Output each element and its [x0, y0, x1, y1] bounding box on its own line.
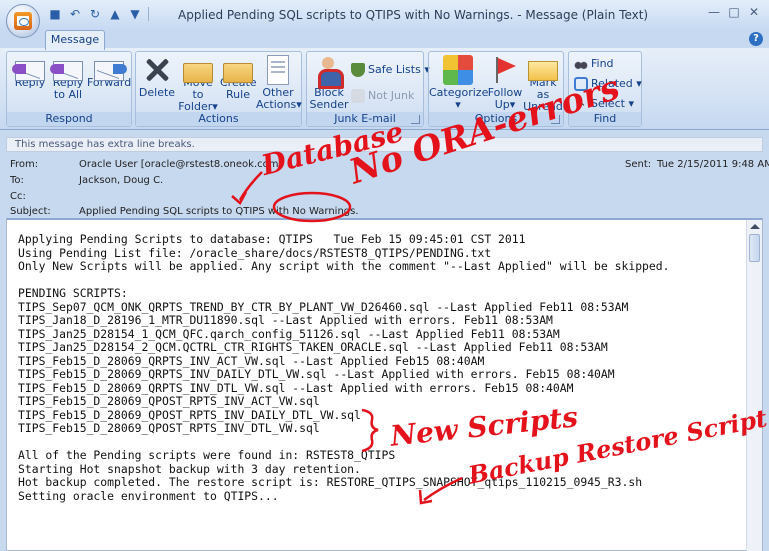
minimize-icon[interactable]: — [705, 4, 723, 20]
safe-lists-label: Safe Lists [368, 63, 421, 76]
block-sender-button[interactable]: Block Sender [309, 55, 349, 111]
scroll-thumb[interactable] [749, 234, 760, 262]
respond-group-label: Respond [7, 112, 131, 126]
cc-label: Cc: [10, 191, 26, 202]
categorize-icon [443, 55, 473, 85]
body-line: TIPS_Sep07_QCM_ONK_QRPTS_TREND_BY_CTR_BY… [18, 299, 629, 314]
body-line: TIPS_Feb15_D_28069_QRPTS_INV_ACT_VW.sql … [18, 353, 485, 368]
body-line: TIPS_Jan25_D28154_1_QCM_QFC.qarch_config… [18, 326, 560, 341]
vertical-scrollbar[interactable] [746, 220, 762, 551]
toolbar-separator [148, 7, 149, 21]
other-actions-button[interactable]: Other Actions▾ [256, 55, 302, 111]
maximize-icon[interactable]: □ [725, 4, 743, 20]
from-label: From: [10, 159, 39, 170]
not-junk-icon [351, 89, 365, 103]
message-body[interactable]: Applying Pending Scripts to database: QT… [6, 218, 763, 551]
ribbon-tab-row [0, 30, 769, 48]
body-line: TIPS_Feb15_D_28069_QRPTS_INV_DAILY_DTL_V… [18, 367, 615, 381]
block-sender-label-2: Sender [309, 98, 349, 111]
body-line: Starting Hot snapshot backup with 3 day … [18, 461, 361, 476]
forward-button[interactable]: Forward [87, 55, 131, 89]
body-line: Applying Pending Scripts to database: QT… [18, 232, 526, 246]
reply-all-label-2: to All [53, 88, 83, 101]
save-icon[interactable]: ■ [48, 7, 62, 21]
body-line: TIPS_Feb15_D_28069_QPOST_RPTS_INV_ACT_VW… [18, 394, 320, 408]
database-arrow [238, 171, 263, 201]
dropdown-icon: ▾ [628, 97, 634, 110]
safe-lists-button[interactable]: Safe Lists ▾ [351, 62, 430, 78]
follow-up-flag-icon [490, 55, 520, 85]
move-folder-icon [183, 63, 213, 83]
body-line: Hot backup completed. The restore script… [18, 475, 643, 489]
create-rule-button[interactable]: Create Rule [220, 55, 257, 101]
from-value[interactable]: Oracle User [oracle@rstest8.oneok.com] [79, 159, 282, 170]
not-junk-label: Not Junk [368, 89, 415, 102]
create-rule-icon [223, 63, 253, 83]
office-logo-icon [14, 12, 32, 30]
message-text: Applying Pending Scripts to database: QT… [18, 232, 748, 503]
tab-message[interactable]: Message [45, 30, 105, 50]
body-line: TIPS_Feb15_D_28069_QRPTS_INV_DTL_VW.sql … [18, 380, 574, 395]
create-rule-label-2: Rule [226, 88, 250, 101]
body-line: TIPS_Jan25_D28154_2_QCM.QCTRL_CTR_RIGHTS… [18, 340, 608, 354]
actions-group: Delete Move to Folder▾ Create Rule Other… [135, 51, 302, 127]
other-actions-label-2: Actions [256, 98, 297, 111]
body-line: Only New Scripts will be applied. Any sc… [18, 259, 670, 273]
actions-group-label: Actions [136, 112, 301, 126]
quick-access-toolbar: ■ ↶ ↻ ▲ ▼ [48, 7, 149, 21]
scroll-up-icon[interactable] [750, 224, 760, 229]
sent-label: Sent: [625, 159, 652, 170]
delete-icon [142, 55, 172, 85]
dropdown-icon: ▾ [455, 98, 461, 111]
to-label: To: [10, 175, 24, 186]
previous-item-icon[interactable]: ▲ [108, 7, 122, 21]
to-value[interactable]: Jackson, Doug C. [79, 175, 163, 186]
redo-icon[interactable]: ↻ [88, 7, 102, 21]
sent-value: Tue 2/15/2011 9:48 AM [657, 159, 769, 170]
window-title: Applied Pending SQL scripts to QTIPS wit… [178, 8, 649, 22]
title-bar: ■ ↶ ↻ ▲ ▼ Applied Pending SQL scripts to… [0, 0, 769, 30]
dropdown-icon: ▾ [296, 98, 302, 111]
office-button[interactable] [6, 4, 40, 38]
move-to-folder-button[interactable]: Move to Folder▾ [176, 55, 220, 113]
close-icon[interactable]: ✕ [745, 4, 763, 20]
block-sender-icon [314, 55, 344, 89]
binoculars-icon [574, 57, 588, 71]
body-line [18, 274, 748, 288]
reply-all-button[interactable]: Reply to All [49, 55, 87, 101]
next-item-icon[interactable]: ▼ [128, 7, 142, 21]
database-arrow-head [231, 191, 248, 205]
delete-button[interactable]: Delete [138, 55, 176, 99]
body-line: Using Pending List file: /oracle_share/d… [18, 245, 492, 260]
categorize-button[interactable]: Categorize ▾ [429, 55, 488, 111]
body-line: Setting oracle environment to QTIPS... [18, 488, 279, 503]
respond-group: Reply Reply to All Forward Respond [6, 51, 132, 127]
reply-all-icon [50, 61, 83, 81]
dropdown-icon: ▾ [636, 77, 642, 90]
reply-button[interactable]: Reply [11, 55, 49, 89]
window-controls: — □ ✕ [705, 4, 763, 20]
forward-icon [94, 61, 127, 81]
subject-label: Subject: [10, 206, 51, 217]
not-junk-button[interactable]: Not Junk [351, 88, 414, 104]
safe-lists-icon [351, 63, 365, 77]
dialog-launcher-icon[interactable] [411, 115, 420, 124]
junk-email-group: Block Sender Safe Lists ▾ Not Junk Junk … [306, 51, 430, 127]
delete-label: Delete [138, 86, 176, 99]
other-actions-icon [267, 55, 289, 85]
body-line: TIPS_Jan18_D_28196_1_MTR_DU11890.sql --L… [18, 313, 553, 327]
body-line: TIPS_Feb15_D_28069_QPOST_RPTS_INV_DAILY_… [18, 407, 361, 422]
subject-value: Applied Pending SQL scripts to QTIPS wit… [79, 206, 359, 217]
help-icon[interactable]: ? [749, 32, 763, 46]
mark-unread-icon [528, 61, 558, 81]
undo-icon[interactable]: ↶ [68, 7, 82, 21]
reply-icon [12, 61, 45, 81]
body-line: PENDING SCRIPTS: [18, 286, 128, 300]
